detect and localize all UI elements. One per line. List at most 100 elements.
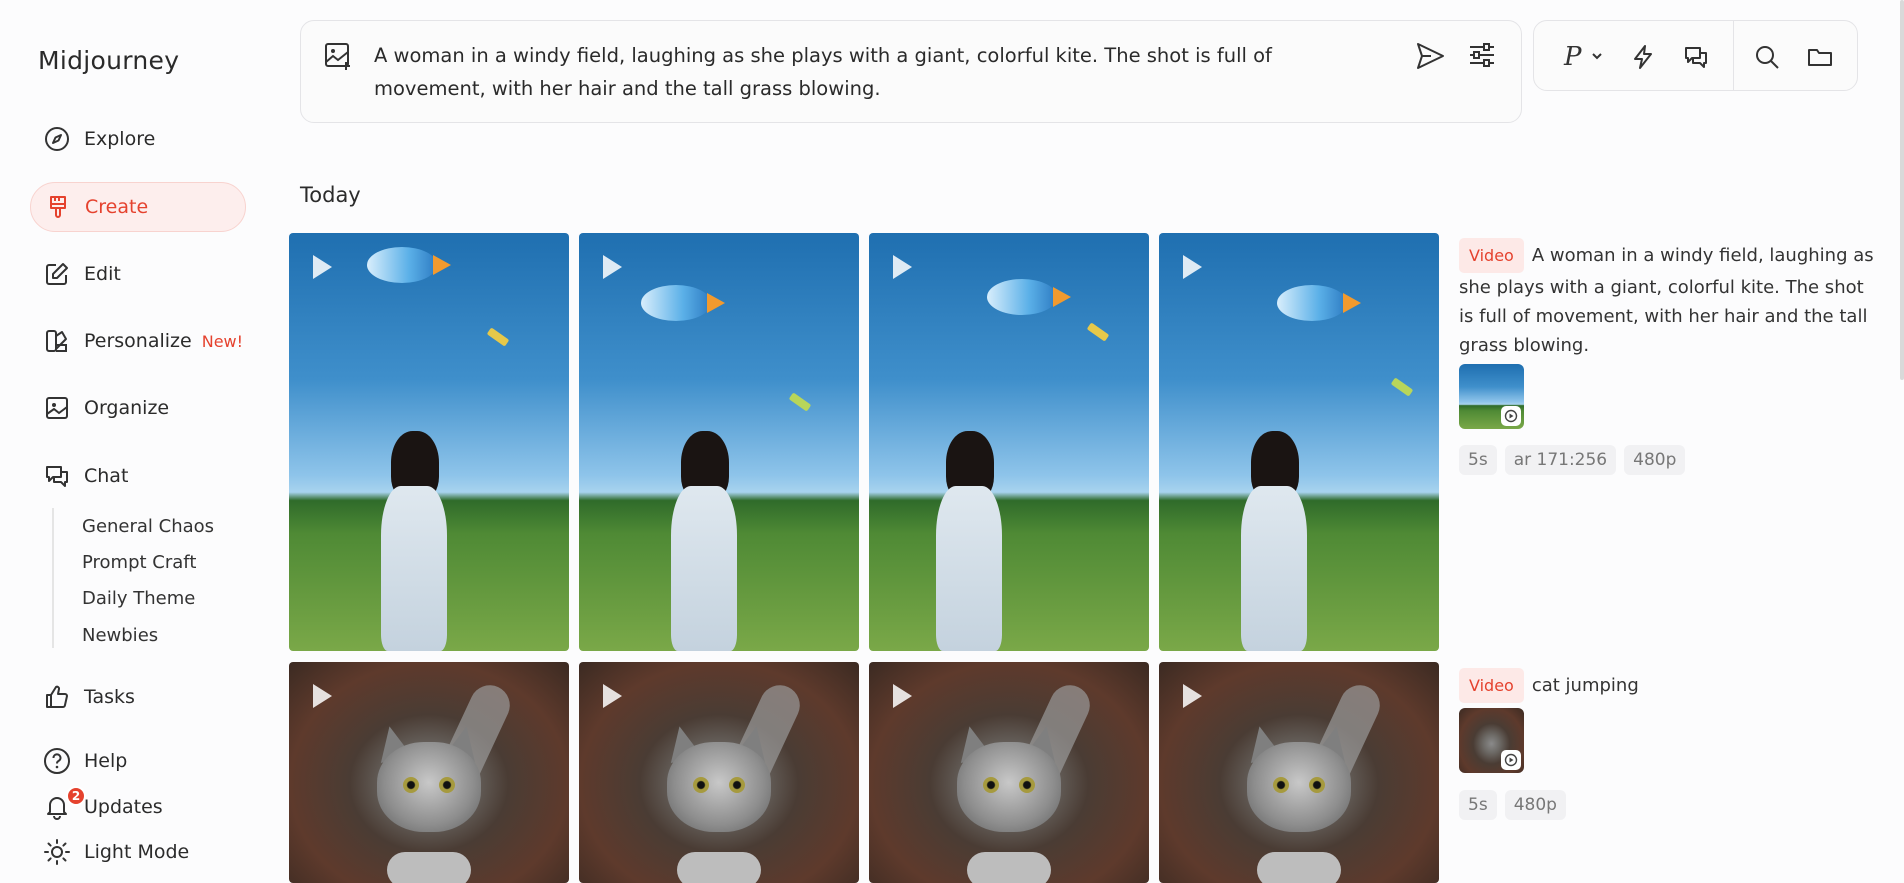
section-heading: Today	[300, 183, 361, 207]
video-thumbnail[interactable]	[869, 233, 1149, 651]
chat-room-prompt-craft[interactable]: Prompt Craft	[82, 552, 262, 573]
chat-room-general-chaos[interactable]: General Chaos	[82, 516, 262, 537]
woman-figure	[659, 431, 749, 651]
sidebar-item-label: Help	[84, 750, 128, 772]
folder-icon[interactable]	[1804, 41, 1836, 73]
job-reference-thumbnail[interactable]	[1459, 364, 1524, 429]
sidebar-item-light-mode[interactable]: Light Mode	[30, 827, 246, 877]
video-play-icon	[1501, 750, 1521, 770]
sidebar-item-label: Chat	[84, 465, 129, 487]
sidebar: Midjourney Explore Create Edit Personali…	[0, 0, 270, 883]
play-icon[interactable]	[313, 255, 332, 279]
search-icon[interactable]	[1751, 41, 1783, 73]
thumbs-up-icon	[42, 682, 72, 712]
sidebar-item-label: Organize	[84, 397, 170, 419]
video-thumbnail[interactable]	[579, 662, 859, 883]
video-thumbnail[interactable]	[1159, 233, 1439, 651]
sidebar-item-label: Explore	[84, 128, 156, 150]
updates-count-badge: 2	[66, 786, 86, 806]
image-icon	[42, 393, 72, 423]
video-thumbnail[interactable]	[869, 662, 1149, 883]
param-chip: ar 171:256	[1504, 445, 1617, 475]
kite-shape	[641, 285, 725, 321]
lightning-icon[interactable]	[1627, 41, 1659, 73]
cat-figure	[359, 678, 517, 883]
param-chip: 480p	[1504, 790, 1566, 820]
cat-figure	[649, 678, 807, 883]
chat-room-daily-theme[interactable]: Daily Theme	[82, 588, 262, 609]
send-icon[interactable]	[1413, 39, 1447, 77]
video-thumbnail[interactable]	[579, 233, 859, 651]
compass-icon	[42, 124, 72, 154]
play-icon[interactable]	[603, 255, 622, 279]
kite-shape	[1277, 285, 1361, 321]
param-chip: 5s	[1459, 445, 1497, 475]
chat-room-newbies[interactable]: Newbies	[82, 625, 262, 646]
bell-icon: 2	[42, 786, 86, 822]
video-thumbnail[interactable]	[1159, 662, 1439, 883]
add-image-icon[interactable]	[323, 41, 353, 75]
cat-figure	[939, 678, 1097, 883]
woman-figure	[369, 431, 459, 651]
play-icon[interactable]	[603, 684, 622, 708]
personalize-icon	[42, 326, 72, 356]
job-info: Video A woman in a windy field, laughing …	[1459, 238, 1879, 360]
job-prompt[interactable]: Video A woman in a windy field, laughing …	[1459, 238, 1879, 360]
job-prompt-text: cat jumping	[1531, 675, 1639, 696]
video-tag: Video	[1459, 668, 1524, 703]
scrollbar[interactable]	[1900, 0, 1904, 380]
chat-icon[interactable]	[1680, 41, 1712, 73]
video-thumbnail[interactable]	[289, 662, 569, 883]
small-kite-shape	[1086, 322, 1110, 342]
small-kite-shape	[788, 392, 812, 412]
edit-icon	[42, 259, 72, 289]
sidebar-item-label: Tasks	[84, 686, 135, 708]
brush-icon	[43, 192, 73, 222]
play-icon[interactable]	[893, 684, 912, 708]
sidebar-item-chat[interactable]: Chat	[30, 451, 246, 501]
small-kite-shape	[486, 327, 510, 347]
help-icon	[42, 746, 72, 776]
sidebar-item-updates[interactable]: 2 Updates	[30, 782, 246, 832]
woman-figure	[1229, 431, 1319, 651]
play-icon[interactable]	[313, 684, 332, 708]
settings-sliders-icon[interactable]	[1466, 39, 1498, 75]
video-play-icon	[1501, 406, 1521, 426]
cat-figure	[1229, 678, 1387, 883]
sidebar-item-edit[interactable]: Edit	[30, 249, 246, 299]
small-kite-shape	[1390, 377, 1414, 397]
sidebar-item-label: Create	[85, 196, 149, 218]
sidebar-item-label: Edit	[84, 263, 121, 285]
prompt-bar[interactable]: A woman in a windy field, laughing as sh…	[300, 20, 1522, 123]
sidebar-item-help[interactable]: Help	[30, 736, 246, 786]
play-icon[interactable]	[1183, 684, 1202, 708]
video-thumbnail[interactable]	[289, 233, 569, 651]
job-prompt[interactable]: Video cat jumping	[1459, 668, 1879, 703]
app-logo[interactable]: Midjourney	[38, 46, 179, 75]
sidebar-item-explore[interactable]: Explore	[30, 114, 246, 164]
param-chip: 480p	[1624, 445, 1686, 475]
personalize-letter: P	[1564, 42, 1582, 72]
job-info: Video cat jumping	[1459, 668, 1879, 703]
personalize-dropdown[interactable]: P	[1564, 41, 1624, 73]
job-params: 5s 480p	[1459, 790, 1566, 820]
prompt-input[interactable]: A woman in a windy field, laughing as sh…	[374, 39, 1374, 105]
woman-figure	[924, 431, 1014, 651]
sun-icon	[42, 837, 72, 867]
sidebar-item-tasks[interactable]: Tasks	[30, 672, 246, 722]
param-chip: 5s	[1459, 790, 1497, 820]
sidebar-item-personalize[interactable]: Personalize New!	[30, 316, 246, 366]
sidebar-item-organize[interactable]: Organize	[30, 383, 246, 433]
video-tag: Video	[1459, 238, 1524, 273]
chat-rooms-list: General Chaos Prompt Craft Daily Theme N…	[52, 508, 214, 648]
new-badge: New!	[201, 331, 244, 351]
play-icon[interactable]	[893, 255, 912, 279]
play-icon[interactable]	[1183, 255, 1202, 279]
sidebar-item-create[interactable]: Create	[30, 182, 246, 232]
sidebar-item-label: Updates	[84, 796, 163, 818]
chevron-down-icon	[1590, 48, 1604, 67]
job-reference-thumbnail[interactable]	[1459, 708, 1524, 773]
kite-shape	[987, 279, 1071, 315]
kite-shape	[367, 247, 451, 283]
toolbar-divider	[1733, 21, 1734, 91]
